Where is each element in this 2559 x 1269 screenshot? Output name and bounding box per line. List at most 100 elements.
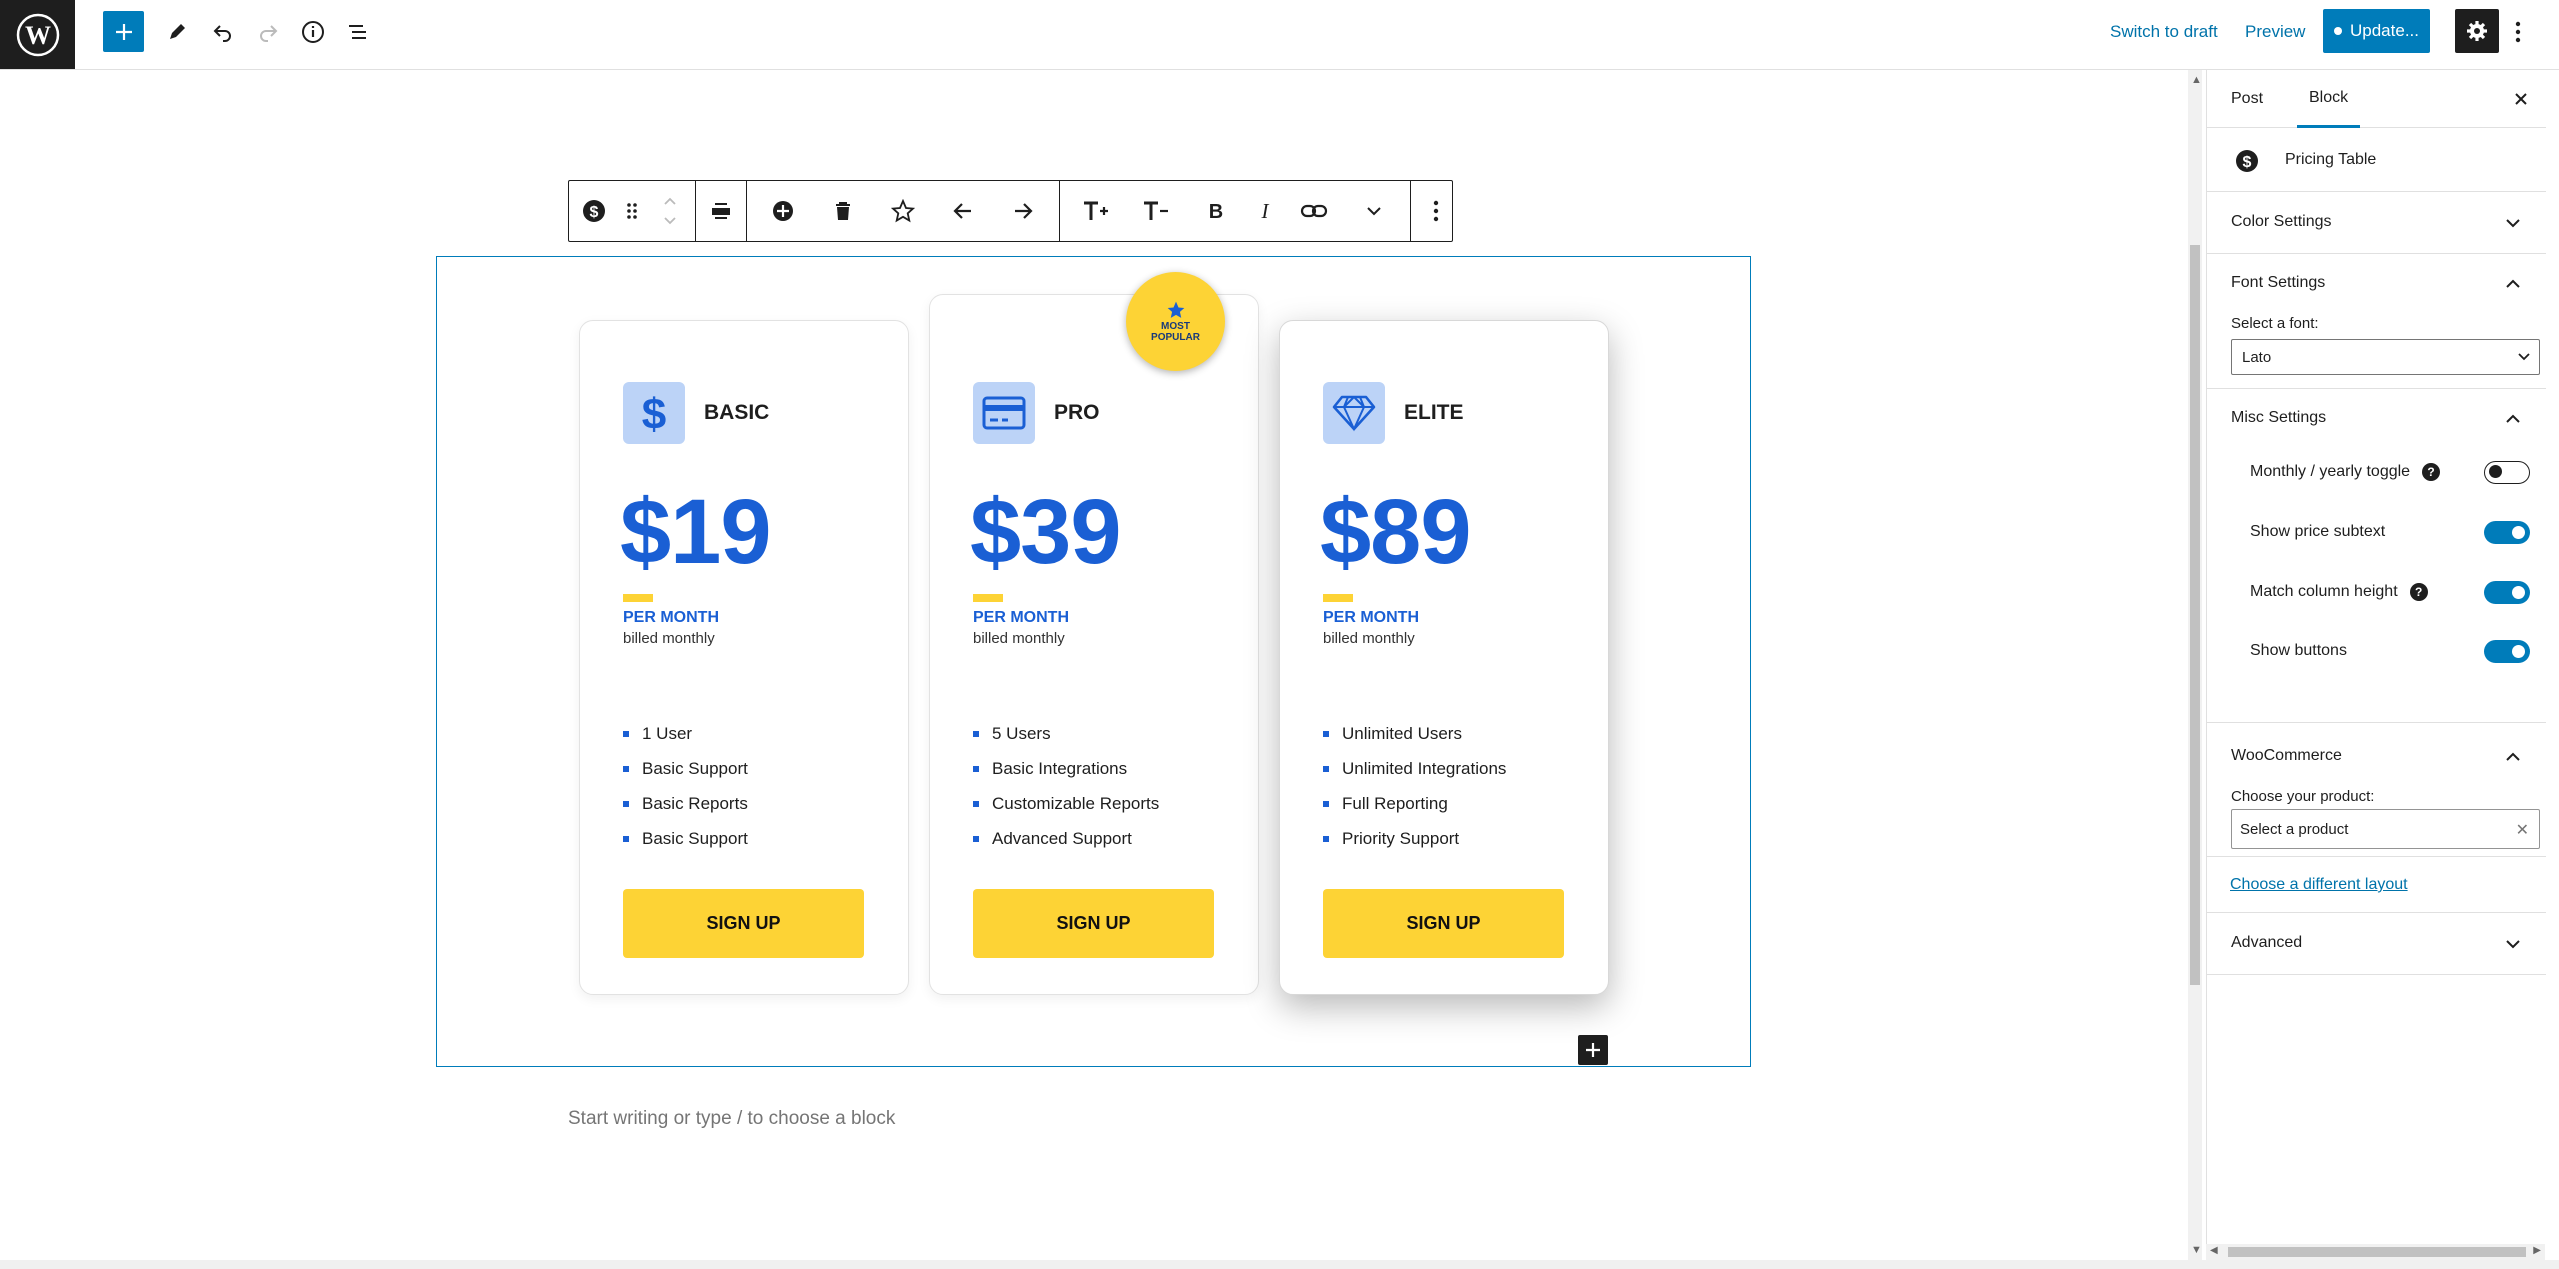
switch-to-draft-button[interactable]: Switch to draft	[2110, 22, 2218, 42]
align-button[interactable]	[702, 187, 740, 235]
bullet-icon	[623, 835, 629, 842]
billing-note[interactable]: billed monthly	[1323, 630, 1415, 647]
panel-advanced[interactable]: Advanced	[2207, 913, 2546, 975]
plan-name[interactable]: BASIC	[704, 401, 769, 425]
feature-item[interactable]: Customizable Reports	[973, 786, 1159, 821]
signup-button[interactable]: SIGN UP	[623, 889, 864, 958]
list-view-button[interactable]	[338, 12, 378, 52]
more-rich-text-button[interactable]	[1344, 187, 1404, 235]
scrollbar-thumb[interactable]	[2190, 245, 2200, 985]
price-period[interactable]: PER MONTH	[623, 609, 719, 627]
decrease-font-size-button[interactable]	[1126, 187, 1186, 235]
bold-button[interactable]: B	[1186, 187, 1246, 235]
product-select[interactable]: Select a product ✕	[2231, 809, 2540, 849]
chevron-down-icon	[2518, 353, 2530, 361]
plan-price[interactable]: $39	[970, 486, 1121, 578]
move-right-button[interactable]	[993, 187, 1053, 235]
block-type-button[interactable]: $	[575, 187, 613, 235]
chevron-up-icon[interactable]	[2504, 410, 2522, 428]
feature-item[interactable]: Unlimited Integrations	[1323, 751, 1506, 786]
feature-item[interactable]: Basic Support	[623, 751, 748, 786]
choose-layout-link[interactable]: Choose a different layout	[2230, 876, 2408, 894]
signup-button[interactable]: SIGN UP	[1323, 889, 1564, 958]
scroll-right-icon[interactable]: ▶	[2533, 1245, 2541, 1256]
link-button[interactable]	[1284, 187, 1344, 235]
price-period[interactable]: PER MONTH	[973, 609, 1069, 627]
add-block-button[interactable]	[103, 11, 144, 52]
plan-price[interactable]: $89	[1320, 486, 1471, 578]
settings-button[interactable]	[2455, 9, 2499, 53]
most-popular-badge[interactable]: MOST POPULAR	[1126, 272, 1225, 371]
panel-title[interactable]: WooCommerce	[2231, 747, 2342, 765]
monthly-yearly-toggle[interactable]	[2484, 460, 2530, 484]
feature-item[interactable]: Basic Integrations	[973, 751, 1159, 786]
toggle-row-price-subtext: Show price subtext	[2250, 518, 2530, 546]
redo-button[interactable]	[248, 12, 288, 52]
feature-text: Priority Support	[1342, 828, 1460, 848]
font-select[interactable]: Lato	[2231, 339, 2540, 375]
plus-icon	[1586, 1043, 1600, 1057]
feature-item[interactable]: 5 Users	[973, 716, 1159, 751]
billing-note[interactable]: billed monthly	[623, 630, 715, 647]
feature-item[interactable]: 1 User	[623, 716, 748, 751]
scroll-down-icon[interactable]: ▼	[2191, 1244, 2202, 1256]
increase-font-size-button[interactable]	[1066, 187, 1126, 235]
canvas-scrollbar[interactable]: ▲ ▼	[2188, 70, 2202, 1260]
feature-item[interactable]: Basic Support	[623, 821, 748, 856]
chevron-up-icon[interactable]	[2504, 748, 2522, 766]
feature-column-button[interactable]	[873, 187, 933, 235]
billing-note[interactable]: billed monthly	[973, 630, 1065, 647]
scrollbar-thumb[interactable]	[2228, 1247, 2526, 1257]
add-column-button[interactable]	[753, 187, 813, 235]
show-buttons-toggle[interactable]	[2484, 639, 2530, 663]
clear-icon[interactable]: ✕	[2516, 820, 2529, 840]
move-up-down-button[interactable]	[651, 187, 689, 235]
wordpress-logo-icon[interactable]: W	[0, 0, 75, 69]
scroll-left-icon[interactable]: ◀	[2210, 1245, 2218, 1256]
drag-handle[interactable]	[613, 187, 651, 235]
pricing-card-basic[interactable]: $ BASIC $19 PER MONTH billed monthly 1 U…	[579, 320, 909, 995]
feature-item[interactable]: Full Reporting	[1323, 786, 1506, 821]
pricing-card-elite[interactable]: ELITE $89 PER MONTH billed monthly Unlim…	[1279, 320, 1609, 995]
block-options-button[interactable]	[1417, 187, 1455, 235]
plan-name[interactable]: ELITE	[1404, 401, 1464, 425]
help-icon[interactable]: ?	[2409, 583, 2428, 601]
signup-button[interactable]: SIGN UP	[973, 889, 1214, 958]
panel-title[interactable]: Misc Settings	[2231, 409, 2326, 427]
chevron-up-icon[interactable]	[2504, 275, 2522, 293]
tab-post[interactable]: Post	[2231, 70, 2263, 128]
default-block-appender[interactable]: Start writing or type / to choose a bloc…	[568, 1108, 895, 1130]
undo-button[interactable]	[203, 12, 243, 52]
block-inserter-button[interactable]	[1578, 1035, 1608, 1065]
tab-block[interactable]: Block	[2297, 70, 2361, 128]
feature-item[interactable]: Advanced Support	[973, 821, 1159, 856]
feature-text: Unlimited Users	[1342, 723, 1462, 743]
match-height-toggle[interactable]	[2484, 580, 2530, 604]
scroll-up-icon[interactable]: ▲	[2191, 74, 2202, 86]
details-button[interactable]	[293, 12, 333, 52]
plan-price[interactable]: $19	[620, 486, 771, 578]
panel-color-settings[interactable]: Color Settings	[2207, 192, 2546, 254]
pricing-card-pro[interactable]: PRO $39 PER MONTH billed monthly 5 Users…	[929, 294, 1259, 995]
price-period[interactable]: PER MONTH	[1323, 609, 1419, 627]
preview-button[interactable]: Preview	[2245, 22, 2305, 42]
feature-item[interactable]: Priority Support	[1323, 821, 1506, 856]
text-increase-icon	[1084, 201, 1108, 220]
update-button[interactable]: Update...	[2323, 9, 2430, 53]
bullet-icon	[1323, 765, 1329, 772]
panel-title[interactable]: Font Settings	[2231, 274, 2325, 292]
help-icon[interactable]: ?	[2422, 463, 2441, 481]
feature-item[interactable]: Basic Reports	[623, 786, 748, 821]
close-sidebar-button[interactable]	[2510, 88, 2532, 110]
sidebar-scrollbar[interactable]: ◀ ▶	[2206, 1244, 2545, 1260]
feature-item[interactable]: Unlimited Users	[1323, 716, 1506, 751]
move-left-button[interactable]	[933, 187, 993, 235]
svg-text:$: $	[590, 204, 599, 221]
delete-column-button[interactable]	[813, 187, 873, 235]
edit-tools-button[interactable]	[157, 12, 197, 52]
plan-name[interactable]: PRO	[1054, 401, 1100, 425]
italic-button[interactable]: I	[1246, 187, 1284, 235]
options-button[interactable]	[2498, 12, 2538, 52]
dollar-circle-icon: $	[2236, 150, 2258, 172]
price-subtext-toggle[interactable]	[2484, 520, 2530, 544]
